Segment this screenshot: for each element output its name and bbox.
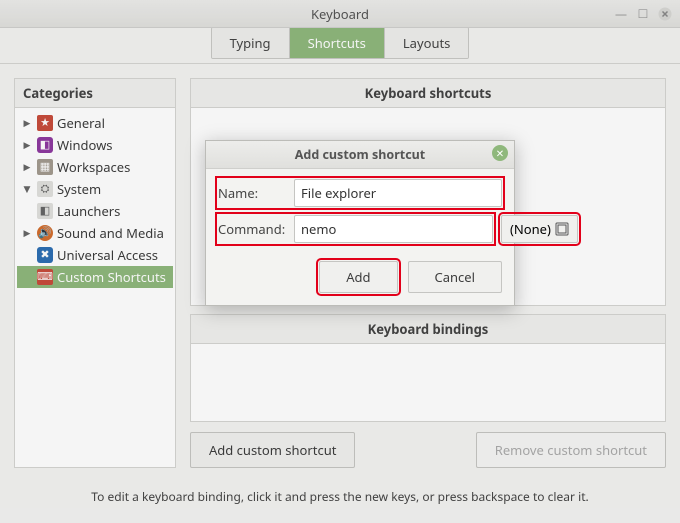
add-custom-shortcut-dialog: Add custom shortcut ✕ Name: Command: (No… [205, 140, 515, 306]
dialog-actions: Add Cancel [206, 257, 514, 305]
cancel-button[interactable]: Cancel [408, 261, 502, 293]
dialog-title-text: Add custom shortcut [295, 146, 425, 163]
image-icon [555, 222, 569, 236]
name-row: Name: [218, 179, 502, 207]
command-label: Command: [218, 220, 286, 238]
dialog-titlebar: Add custom shortcut ✕ [206, 141, 514, 169]
icon-picker-label: (None) [510, 220, 551, 238]
dialog-close-icon[interactable]: ✕ [492, 145, 508, 161]
name-input[interactable] [294, 179, 502, 207]
name-label: Name: [218, 184, 286, 202]
command-input[interactable] [294, 215, 493, 243]
dialog-body: Name: Command: (None) [206, 169, 514, 257]
add-button[interactable]: Add [319, 261, 397, 293]
icon-picker-button[interactable]: (None) [501, 215, 578, 243]
command-row: Command: (None) [218, 215, 502, 243]
